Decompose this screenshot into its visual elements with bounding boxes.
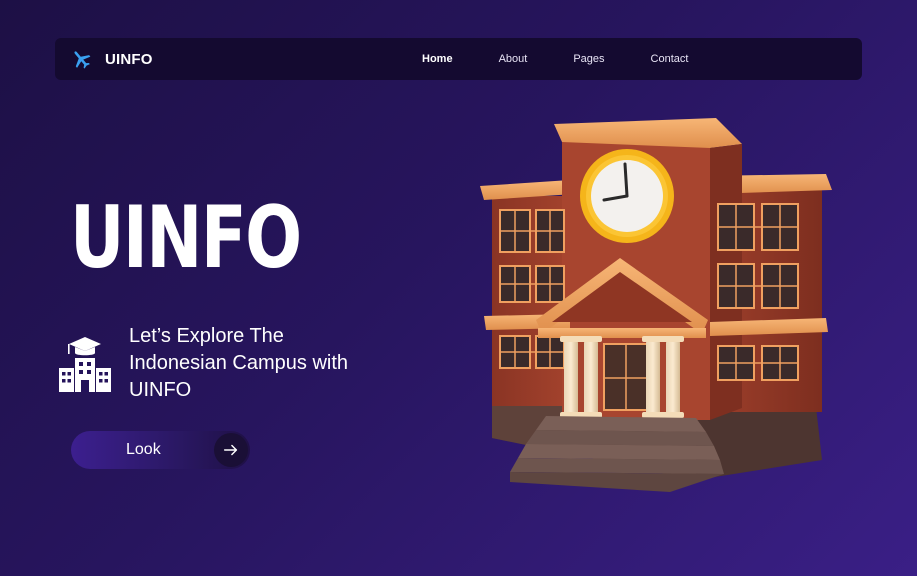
school-building-illustration xyxy=(470,108,840,500)
brand-name: UINFO xyxy=(105,50,153,68)
airplane-icon xyxy=(70,48,92,70)
brand[interactable]: UINFO xyxy=(70,48,153,70)
look-button[interactable]: Look xyxy=(71,431,250,469)
hero-title: UINFO xyxy=(70,188,302,288)
nav-link-about[interactable]: About xyxy=(499,53,528,65)
arrow-right-icon xyxy=(214,433,248,467)
campus-building-icon xyxy=(56,336,114,394)
nav-link-home[interactable]: Home xyxy=(422,53,453,65)
nav-link-pages[interactable]: Pages xyxy=(573,53,604,65)
nav-link-contact[interactable]: Contact xyxy=(651,53,689,65)
nav-links: Home About Pages Contact xyxy=(422,38,734,80)
look-button-label: Look xyxy=(126,441,161,458)
navbar: UINFO Home About Pages Contact xyxy=(55,38,862,80)
hero-tagline: Let’s Explore The Indonesian Campus with… xyxy=(129,325,349,401)
